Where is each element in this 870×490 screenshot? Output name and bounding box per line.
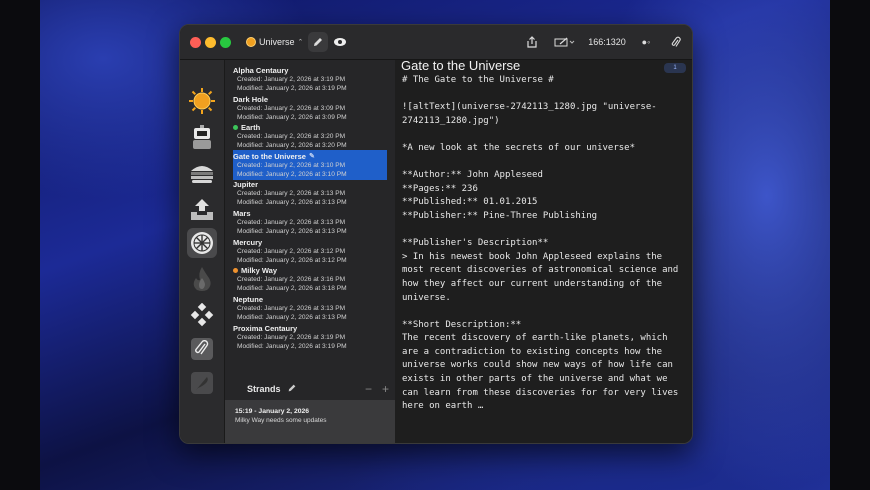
strand-edit-button[interactable] bbox=[287, 383, 297, 395]
preview-mode-button[interactable] bbox=[330, 32, 350, 52]
flame-icon bbox=[193, 267, 211, 291]
title-bar: Universe ⌃ 166:1320 ●◦ bbox=[180, 25, 692, 60]
note-created: Created: January 2, 2026 at 3:20 PM bbox=[237, 133, 346, 140]
remove-strand-button[interactable]: − bbox=[365, 382, 372, 396]
note-created: Created: January 2, 2026 at 3:13 PM bbox=[237, 190, 346, 197]
minimize-window-button[interactable] bbox=[205, 37, 216, 48]
upload-tray-icon bbox=[191, 199, 213, 220]
sidebar-item-compass[interactable] bbox=[187, 228, 217, 258]
sidebar-item-diamonds[interactable] bbox=[187, 300, 217, 330]
list-item[interactable]: Alpha Centaury Created: January 2, 2026 … bbox=[233, 65, 389, 93]
note-title: Mercury bbox=[233, 237, 263, 247]
zoom-window-button[interactable] bbox=[220, 37, 231, 48]
list-item[interactable]: Neptune Created: January 2, 2026 at 3:13… bbox=[233, 294, 389, 322]
pencil-icon bbox=[288, 384, 295, 392]
strand-entry[interactable]: 15:19 - January 2, 2026 Milky Way needs … bbox=[225, 400, 395, 443]
note-created: Created: January 2, 2026 at 3:13 PM bbox=[237, 219, 346, 226]
signature-icon bbox=[554, 37, 575, 47]
close-window-button[interactable] bbox=[190, 37, 201, 48]
sidebar-item-flame[interactable] bbox=[187, 264, 217, 294]
note-title: Gate to the Universe bbox=[233, 151, 306, 161]
feather-icon bbox=[191, 372, 213, 394]
sidebar-item-sun[interactable] bbox=[187, 86, 217, 116]
project-sidebar bbox=[180, 60, 225, 443]
note-title: Proxima Centaury bbox=[233, 323, 298, 333]
list-item[interactable]: Proxima Centaury Created: January 2, 202… bbox=[233, 323, 389, 351]
add-strand-button[interactable]: + bbox=[382, 382, 389, 396]
note-modified: Modified: January 2, 2026 at 3:13 PM bbox=[237, 314, 347, 321]
note-created: Created: January 2, 2026 at 3:19 PM bbox=[237, 334, 346, 341]
note-created: Created: January 2, 2026 at 3:13 PM bbox=[237, 305, 346, 312]
list-item[interactable]: Milky Way Created: January 2, 2026 at 3:… bbox=[233, 265, 389, 293]
diamonds-icon bbox=[190, 303, 214, 327]
sidebar-item-robot[interactable] bbox=[187, 122, 217, 152]
robot-icon bbox=[193, 125, 211, 149]
strands-header: Strands − + bbox=[225, 378, 395, 400]
note-modified: Modified: January 2, 2026 at 3:09 PM bbox=[237, 114, 347, 121]
note-created: Created: January 2, 2026 at 3:10 PM bbox=[237, 162, 346, 169]
markdown-editor[interactable]: Gate to the Universe 1 # The Gate to the… bbox=[396, 58, 692, 443]
note-title: Milky Way bbox=[241, 265, 277, 275]
format-menu-button[interactable] bbox=[550, 32, 580, 52]
page-badge: 1 bbox=[664, 63, 686, 73]
note-created: Created: January 2, 2026 at 3:09 PM bbox=[237, 105, 346, 112]
note-created: Created: January 2, 2026 at 3:19 PM bbox=[237, 76, 346, 83]
compass-icon bbox=[191, 232, 213, 254]
sidebar-item-feather[interactable] bbox=[187, 368, 217, 398]
green-label-icon bbox=[233, 124, 238, 130]
note-created: Created: January 2, 2026 at 3:16 PM bbox=[237, 276, 346, 283]
edit-pencil-icon: ✎ bbox=[308, 153, 315, 160]
theme-toggle-button[interactable]: ●◦ bbox=[635, 32, 657, 52]
note-modified: Modified: January 2, 2026 at 3:10 PM bbox=[237, 171, 347, 178]
edit-mode-button[interactable] bbox=[308, 32, 328, 52]
note-created: Created: January 2, 2026 at 3:12 PM bbox=[237, 248, 346, 255]
strand-text: Milky Way needs some updates bbox=[235, 417, 327, 424]
sun-icon bbox=[246, 37, 256, 47]
attachment-button[interactable] bbox=[666, 32, 686, 52]
share-button[interactable] bbox=[522, 32, 542, 52]
note-title: Dark Hole bbox=[233, 94, 269, 104]
note-modified: Modified: January 2, 2026 at 3:18 PM bbox=[237, 285, 347, 292]
note-title: Earth bbox=[241, 122, 261, 132]
list-item[interactable]: Jupiter Created: January 2, 2026 at 3:13… bbox=[233, 179, 389, 207]
list-item[interactable]: Mars Created: January 2, 2026 at 3:13 PM… bbox=[233, 208, 389, 236]
chevron-updown-icon: ⌃ bbox=[297, 39, 304, 46]
eye-icon bbox=[334, 38, 346, 46]
list-item[interactable]: Earth Created: January 2, 2026 at 3:20 P… bbox=[233, 122, 389, 150]
app-window: Universe ⌃ 166:1320 ●◦ Alpha Centaury Cr… bbox=[179, 24, 693, 444]
note-title: Neptune bbox=[233, 294, 263, 304]
list-item-selected[interactable]: Gate to the Universe ✎ Created: January 2… bbox=[233, 150, 387, 180]
project-selector[interactable]: Universe ⌃ bbox=[242, 34, 307, 50]
note-modified: Modified: January 2, 2026 at 3:19 PM bbox=[237, 343, 347, 350]
sun-icon bbox=[189, 88, 215, 114]
note-title: Alpha Centaury bbox=[233, 65, 289, 75]
sidebar-item-burger[interactable] bbox=[187, 158, 217, 188]
note-modified: Modified: January 2, 2026 at 3:20 PM bbox=[237, 142, 347, 149]
note-modified: Modified: January 2, 2026 at 3:13 PM bbox=[237, 199, 347, 206]
document-title: Gate to the Universe bbox=[401, 58, 521, 73]
sidebar-item-upload[interactable] bbox=[187, 194, 217, 224]
list-item[interactable]: Dark Hole Created: January 2, 2026 at 3:… bbox=[233, 94, 389, 122]
strand-timestamp: 15:19 - January 2, 2026 bbox=[235, 408, 310, 415]
project-name: Universe bbox=[259, 37, 295, 47]
note-title: Mars bbox=[233, 208, 251, 218]
share-icon bbox=[527, 36, 537, 48]
note-modified: Modified: January 2, 2026 at 3:12 PM bbox=[237, 257, 347, 264]
note-modified: Modified: January 2, 2026 at 3:13 PM bbox=[237, 228, 347, 235]
burger-icon bbox=[191, 166, 213, 183]
orange-label-icon bbox=[233, 267, 238, 273]
pencil-icon bbox=[314, 38, 322, 46]
strands-label: Strands bbox=[247, 384, 281, 394]
editor-text[interactable]: # The Gate to the Universe # ![altText](… bbox=[402, 74, 688, 414]
note-title: Jupiter bbox=[233, 179, 259, 189]
note-modified: Modified: January 2, 2026 at 3:19 PM bbox=[237, 85, 347, 92]
word-character-counter: 166:1320 bbox=[588, 37, 626, 47]
notes-list: Alpha Centaury Created: January 2, 2026 … bbox=[225, 60, 395, 443]
paperclip-icon bbox=[191, 338, 213, 360]
sidebar-item-paperclip[interactable] bbox=[187, 334, 217, 364]
list-item[interactable]: Mercury Created: January 2, 2026 at 3:12… bbox=[233, 237, 389, 265]
paperclip-icon bbox=[671, 36, 681, 47]
